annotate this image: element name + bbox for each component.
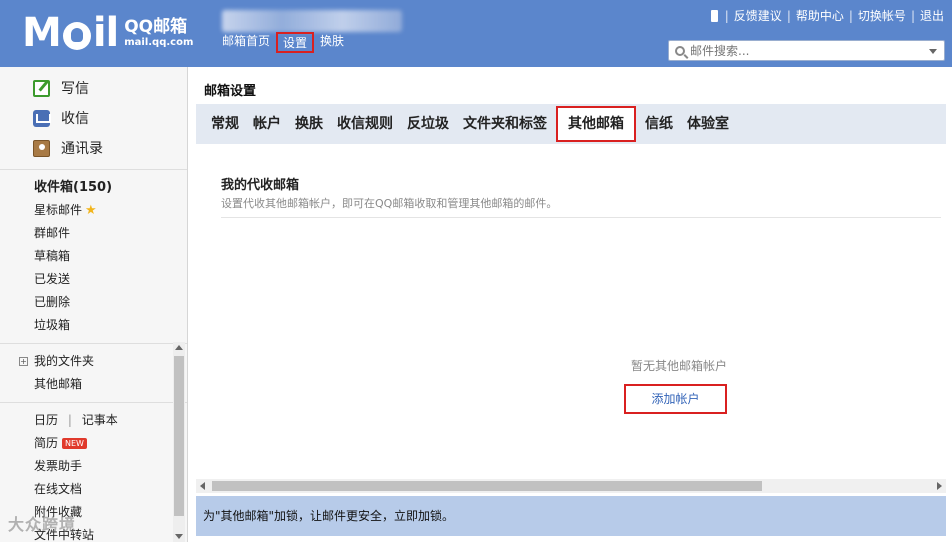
- folder-starred-label: 星标邮件: [34, 203, 83, 217]
- tab-receive-rules[interactable]: 收信规则: [330, 106, 400, 142]
- link-resume[interactable]: 简历 NEW: [0, 432, 187, 455]
- my-folders-label: 我的文件夹: [34, 354, 95, 368]
- star-icon: ★: [85, 203, 97, 218]
- folder-deleted[interactable]: 已删除: [0, 291, 187, 314]
- nav-skin[interactable]: 换肤: [318, 32, 346, 53]
- scroll-down-arrow-icon[interactable]: [175, 534, 183, 539]
- mobile-phone-icon[interactable]: [710, 9, 718, 22]
- tab-account[interactable]: 帐户: [246, 106, 288, 142]
- hscroll-thumb[interactable]: [212, 481, 762, 491]
- nav-settings[interactable]: 设置: [276, 32, 315, 53]
- sidebar-scrollbar[interactable]: [173, 342, 185, 542]
- sidebar-divider: [0, 343, 187, 344]
- folder-my-folders[interactable]: + 我的文件夹: [0, 350, 187, 373]
- tab-lab[interactable]: 体验室: [680, 106, 736, 142]
- compose-label: 写信: [61, 81, 89, 97]
- logo-url: mail.qq.com: [124, 37, 194, 48]
- empty-state-text: 暂无其他邮箱帐户: [631, 359, 728, 373]
- search-icon: [675, 45, 685, 56]
- link-logout[interactable]: 退出: [920, 7, 944, 24]
- folder-inbox[interactable]: 收件箱(150): [0, 176, 187, 199]
- lock-notice-bar[interactable]: 为"其他邮箱"加锁，让邮件更安全，立即加锁。: [196, 496, 946, 536]
- watermark: 大众跨境: [8, 515, 77, 534]
- horizontal-scrollbar[interactable]: [196, 479, 946, 493]
- expand-plus-icon[interactable]: +: [19, 357, 28, 366]
- resume-label: 简历: [34, 436, 59, 450]
- logo-letters-il: il: [92, 10, 119, 56]
- top-header: M il QQ邮箱 mail.qq.com 邮箱首页 设置 换肤 | 反馈建议 …: [0, 0, 952, 67]
- folder-other-mail[interactable]: 其他邮箱: [0, 373, 187, 396]
- folder-starred[interactable]: 星标邮件 ★: [0, 199, 187, 222]
- folder-drafts[interactable]: 草稿箱: [0, 245, 187, 268]
- section-description: 设置代收其他邮箱帐户，即可在QQ邮箱收取和管理其他邮箱的邮件。: [221, 197, 558, 210]
- left-sidebar: 写信 收信 通讯录 收件箱(150) 星标邮件 ★ 群邮件 草稿箱 已发送 已删除…: [0, 67, 188, 542]
- contacts-button[interactable]: 通讯录: [0, 133, 187, 163]
- tab-anti-spam[interactable]: 反垃圾: [400, 106, 456, 142]
- search-input[interactable]: [690, 43, 910, 58]
- settings-tabs: 常规 帐户 换肤 收信规则 反垃圾 文件夹和标签 其他邮箱 信纸 体验室: [196, 104, 946, 144]
- logo-text: QQ邮箱 mail.qq.com: [124, 17, 193, 49]
- add-account-button[interactable]: 添加帐户: [624, 384, 727, 414]
- other-mail-panel: 我的代收邮箱 设置代收其他邮箱帐户，即可在QQ邮箱收取和管理其他邮箱的邮件。 暂…: [196, 144, 946, 480]
- tools-row: 日历 | 记事本: [34, 413, 118, 427]
- quick-actions: 写信 收信 通讯录: [0, 67, 187, 163]
- link-switch-account[interactable]: 切换帐号: [858, 7, 906, 24]
- top-nav: 邮箱首页 设置 换肤: [220, 32, 346, 53]
- qq-mail-logo[interactable]: M il QQ邮箱 mail.qq.com: [22, 10, 193, 56]
- scroll-thumb[interactable]: [174, 356, 184, 516]
- compose-button[interactable]: 写信: [0, 73, 187, 103]
- link-online-docs[interactable]: 在线文档: [0, 478, 187, 501]
- folder-spam[interactable]: 垃圾箱: [0, 314, 187, 337]
- receive-icon: [33, 109, 51, 127]
- folder-sent[interactable]: 已发送: [0, 268, 187, 291]
- sidebar-divider: [0, 402, 187, 403]
- user-account-blurred: [222, 10, 402, 32]
- settings-main: 邮箱设置 常规 帐户 换肤 收信规则 反垃圾 文件夹和标签 其他邮箱 信纸 体验…: [196, 67, 952, 542]
- tab-general[interactable]: 常规: [204, 106, 246, 142]
- receive-button[interactable]: 收信: [0, 103, 187, 133]
- compose-icon: [33, 79, 50, 97]
- mail-search-box[interactable]: [668, 40, 945, 61]
- new-badge: NEW: [62, 438, 87, 449]
- scroll-left-arrow-icon[interactable]: [200, 482, 205, 490]
- logo-letter-m: M: [22, 10, 62, 56]
- contacts-icon: [33, 139, 50, 157]
- logo-name: QQ邮箱: [124, 17, 188, 37]
- sidebar-divider: [0, 169, 187, 170]
- tab-skin[interactable]: 换肤: [288, 106, 330, 142]
- link-calendar[interactable]: 日历: [34, 413, 58, 427]
- search-dropdown-caret-icon[interactable]: [929, 49, 937, 54]
- link-notebook[interactable]: 记事本: [82, 413, 118, 427]
- scroll-right-arrow-icon[interactable]: [937, 482, 942, 490]
- section-divider: [221, 217, 941, 218]
- logo-bell-icon: [62, 22, 91, 50]
- nav-mail-home[interactable]: 邮箱首页: [220, 32, 272, 53]
- tab-folders-labels[interactable]: 文件夹和标签: [456, 106, 554, 142]
- scroll-up-arrow-icon[interactable]: [175, 345, 183, 350]
- section-title: 我的代收邮箱: [221, 178, 300, 193]
- top-links: | 反馈建议 | 帮助中心 | 切换帐号 | 退出: [710, 7, 944, 24]
- receive-label: 收信: [61, 111, 89, 127]
- tab-other-mail[interactable]: 其他邮箱: [556, 106, 636, 142]
- folder-group[interactable]: 群邮件: [0, 222, 187, 245]
- link-invoice-assistant[interactable]: 发票助手: [0, 455, 187, 478]
- link-feedback[interactable]: 反馈建议: [734, 7, 782, 24]
- contacts-label: 通讯录: [61, 141, 103, 157]
- page-title: 邮箱设置: [204, 84, 257, 99]
- link-help-center[interactable]: 帮助中心: [796, 7, 844, 24]
- tab-stationery[interactable]: 信纸: [638, 106, 680, 142]
